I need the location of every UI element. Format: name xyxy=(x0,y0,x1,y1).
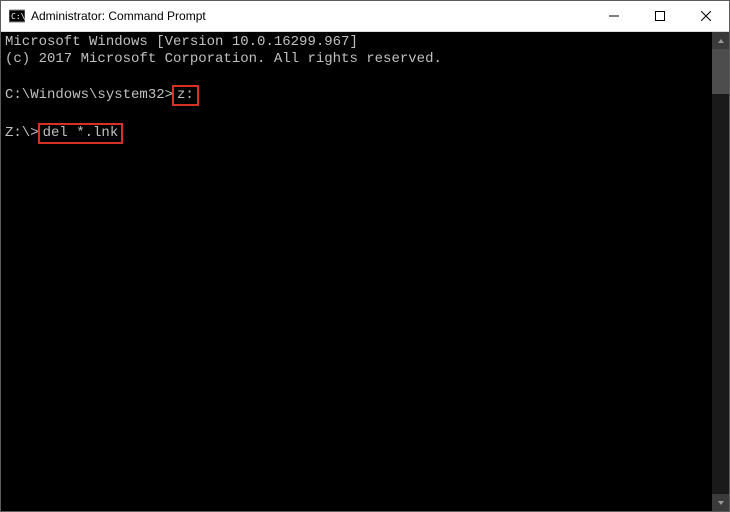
scroll-track[interactable] xyxy=(712,49,729,494)
version-line: Microsoft Windows [Version 10.0.16299.96… xyxy=(5,34,708,51)
console-area: Microsoft Windows [Version 10.0.16299.96… xyxy=(1,32,729,511)
command-1: z: xyxy=(177,87,194,103)
blank-line xyxy=(5,68,708,85)
svg-text:C:\: C:\ xyxy=(11,12,25,21)
close-button[interactable] xyxy=(683,1,729,31)
command-1-highlight: z: xyxy=(172,85,199,106)
scroll-thumb[interactable] xyxy=(712,49,729,94)
prompt-1: C:\Windows\system32> xyxy=(5,87,173,103)
window-controls xyxy=(591,1,729,31)
window-title: Administrator: Command Prompt xyxy=(31,9,591,23)
minimize-button[interactable] xyxy=(591,1,637,31)
command-2: del *.lnk xyxy=(43,125,119,141)
blank-line-2 xyxy=(5,106,708,123)
scroll-down-button[interactable] xyxy=(712,494,729,511)
copyright-line: (c) 2017 Microsoft Corporation. All righ… xyxy=(5,51,708,68)
prompt-line-1: C:\Windows\system32>z: xyxy=(5,85,708,106)
window-frame: C:\ Administrator: Command Prompt Micros… xyxy=(0,0,730,512)
maximize-button[interactable] xyxy=(637,1,683,31)
command-2-highlight: del *.lnk xyxy=(38,123,124,144)
prompt-2: Z:\> xyxy=(5,125,39,141)
prompt-line-2: Z:\>del *.lnk xyxy=(5,123,708,144)
titlebar[interactable]: C:\ Administrator: Command Prompt xyxy=(1,1,729,32)
scroll-up-button[interactable] xyxy=(712,32,729,49)
cmd-icon: C:\ xyxy=(9,8,25,24)
console-output[interactable]: Microsoft Windows [Version 10.0.16299.96… xyxy=(1,32,712,511)
vertical-scrollbar[interactable] xyxy=(712,32,729,511)
